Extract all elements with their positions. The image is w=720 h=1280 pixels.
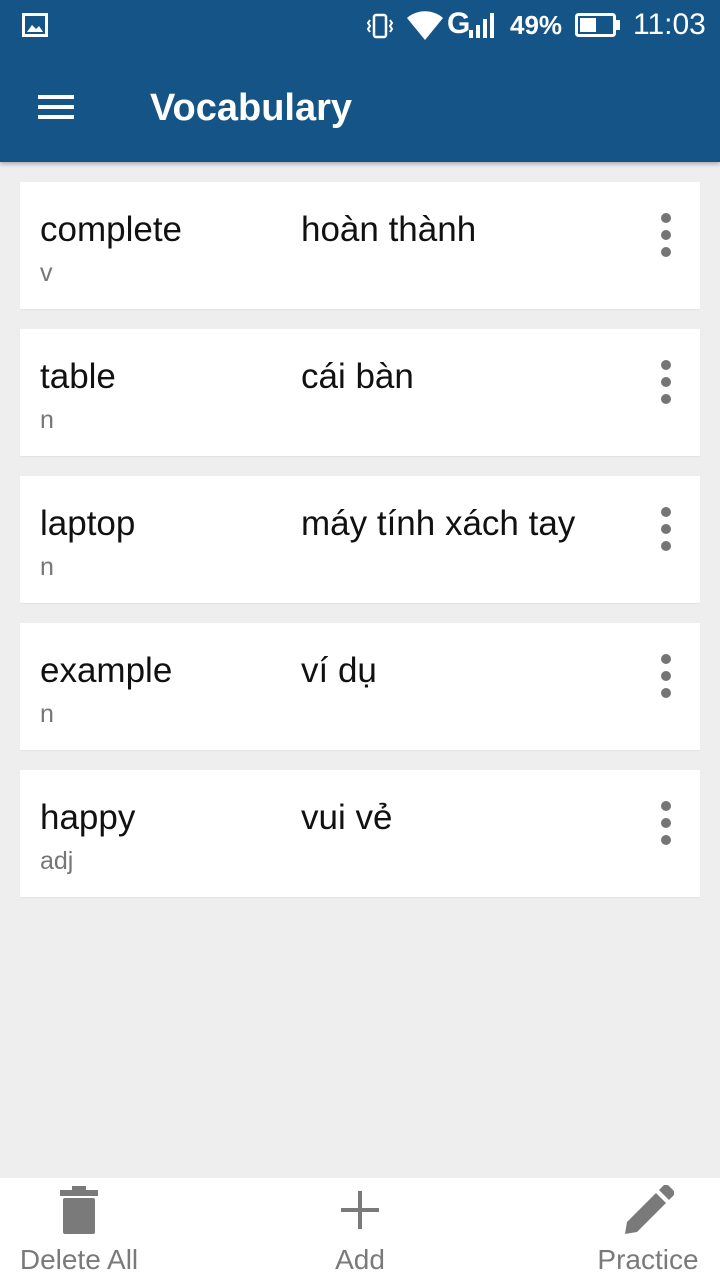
part-of-speech: n bbox=[40, 553, 54, 581]
pencil-icon bbox=[625, 1185, 674, 1234]
word-text: example bbox=[40, 651, 173, 690]
word-text: table bbox=[40, 357, 116, 396]
more-options-icon[interactable] bbox=[646, 502, 686, 558]
meaning-text: máy tính xách tay bbox=[301, 504, 576, 543]
gallery-notification-icon bbox=[22, 13, 48, 37]
vocabulary-item[interactable]: happy adj vui vẻ bbox=[20, 770, 700, 897]
practice-label: Practice bbox=[597, 1244, 699, 1275]
delete-all-label: Delete All bbox=[19, 1244, 139, 1275]
more-options-icon[interactable] bbox=[646, 208, 686, 264]
more-options-icon[interactable] bbox=[646, 355, 686, 411]
page-title: Vocabulary bbox=[150, 87, 353, 129]
vocabulary-item[interactable]: laptop n máy tính xách tay bbox=[20, 476, 700, 603]
vibrate-icon bbox=[366, 13, 394, 39]
menu-icon[interactable] bbox=[28, 82, 84, 132]
status-bar: G 49% 11:03 bbox=[0, 0, 720, 50]
word-text: laptop bbox=[40, 504, 136, 543]
meaning-text: ví dụ bbox=[301, 651, 377, 690]
delete-all-button[interactable]: Delete All bbox=[10, 1178, 148, 1280]
meaning-text: vui vẻ bbox=[301, 798, 393, 837]
vocabulary-item[interactable]: complete v hoàn thành bbox=[20, 182, 700, 309]
bottom-action-bar: Delete All Add Practice bbox=[0, 1178, 720, 1280]
network-type: G bbox=[447, 7, 471, 40]
word-text: happy bbox=[40, 798, 136, 837]
clock: 11:03 bbox=[633, 8, 706, 41]
wifi-icon bbox=[407, 11, 443, 40]
trash-icon bbox=[60, 1186, 98, 1234]
part-of-speech: v bbox=[40, 259, 53, 287]
app-bar: G 49% 11:03 Vocabulary bbox=[0, 0, 720, 162]
part-of-speech: n bbox=[40, 406, 54, 434]
practice-button[interactable]: Practice bbox=[588, 1178, 708, 1280]
signal-icon bbox=[469, 13, 494, 38]
word-text: complete bbox=[40, 210, 183, 249]
meaning-text: cái bàn bbox=[301, 357, 414, 396]
vocabulary-item[interactable]: example n ví dụ bbox=[20, 623, 700, 750]
more-options-icon[interactable] bbox=[646, 796, 686, 852]
add-label: Add bbox=[335, 1244, 385, 1275]
plus-icon bbox=[341, 1191, 379, 1229]
more-options-icon[interactable] bbox=[646, 649, 686, 705]
battery-percent: 49% bbox=[510, 10, 563, 40]
vocabulary-list: complete v hoàn thành table n cái bàn la… bbox=[20, 182, 700, 917]
meaning-text: hoàn thành bbox=[301, 210, 477, 249]
vocabulary-item[interactable]: table n cái bàn bbox=[20, 329, 700, 456]
part-of-speech: n bbox=[40, 700, 54, 728]
part-of-speech: adj bbox=[40, 847, 74, 875]
battery-icon bbox=[575, 13, 620, 37]
add-button[interactable]: Add bbox=[310, 1178, 410, 1280]
